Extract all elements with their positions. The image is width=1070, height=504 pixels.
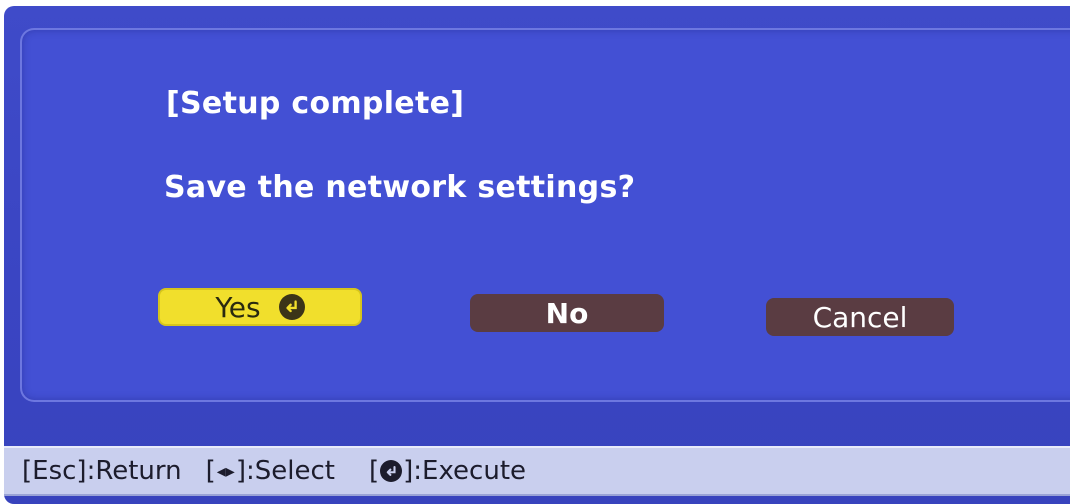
projection-area: [Setup complete] Save the network settin… (4, 6, 1070, 504)
yes-button[interactable]: Yes (158, 288, 362, 326)
cancel-button[interactable]: Cancel (766, 298, 954, 336)
dialog-message: Save the network settings? (164, 170, 636, 205)
hint-select-bracket-open: [ (205, 456, 216, 486)
hint-execute-action: :Execute (413, 456, 527, 486)
dialog-title: [Setup complete] (166, 86, 465, 121)
cancel-button-label: Cancel (812, 300, 908, 334)
hint-select: [ ◂▸ ] :Select (206, 456, 335, 486)
hint-esc-key: [Esc] (22, 456, 87, 486)
help-bar: [Esc] :Return [ ◂▸ ] :Select [ ] :Execut… (4, 446, 1070, 496)
hint-esc-action: :Return (86, 456, 182, 486)
hint-select-action: :Select (246, 456, 335, 486)
no-button-label: No (545, 296, 589, 330)
hint-esc-return: [Esc] :Return (22, 456, 182, 486)
enter-icon (278, 294, 305, 320)
hint-execute-bracket-open: [ (368, 456, 380, 486)
left-right-arrows-icon: ◂▸ (216, 460, 235, 482)
hint-execute: [ ] :Execute (369, 456, 526, 486)
hint-execute-bracket-close: ] (403, 456, 414, 486)
enter-icon (380, 460, 403, 482)
setup-dialog: [Setup complete] Save the network settin… (20, 28, 1070, 402)
yes-button-label: Yes (215, 290, 261, 324)
hint-select-bracket-close: ] (235, 456, 246, 486)
no-button[interactable]: No (470, 294, 664, 332)
projector-screen: [Setup complete] Save the network settin… (0, 0, 1070, 504)
